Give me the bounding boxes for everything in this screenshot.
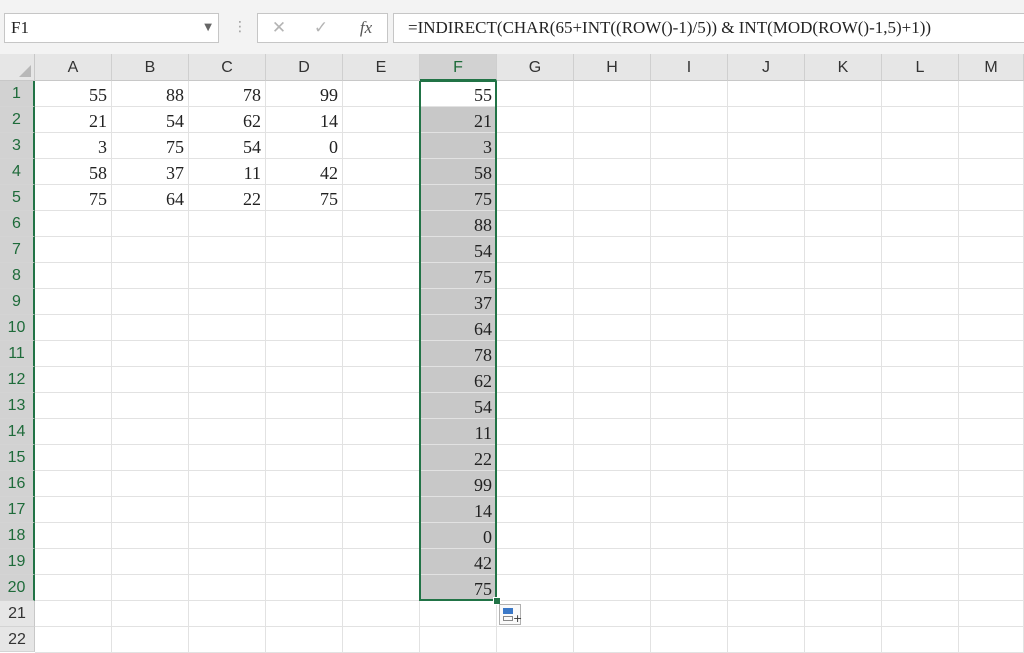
- row-header-18[interactable]: 18: [0, 523, 35, 549]
- gridline-horizontal: [35, 236, 1024, 237]
- gridline-horizontal: [35, 574, 1024, 575]
- cell-d3[interactable]: 0: [266, 133, 342, 159]
- formula-bar-area: F1 ▼ ⋮ ✕ ✓ fx =INDIRECT(CHAR(65+INT((ROW…: [0, 0, 1024, 54]
- column-header-f[interactable]: F: [420, 54, 497, 81]
- gridline-horizontal: [35, 366, 1024, 367]
- name-box-value: F1: [11, 18, 29, 37]
- column-header-j[interactable]: J: [728, 54, 805, 81]
- row-header-2[interactable]: 2: [0, 107, 35, 133]
- row-header-16[interactable]: 16: [0, 471, 35, 497]
- cell-a3[interactable]: 3: [35, 133, 111, 159]
- row-header-4[interactable]: 4: [0, 159, 35, 185]
- cell-b5[interactable]: 64: [112, 185, 188, 211]
- select-all-triangle-icon: [19, 65, 31, 77]
- row-header-12[interactable]: 12: [0, 367, 35, 393]
- cell-b2[interactable]: 54: [112, 107, 188, 133]
- cell-d2[interactable]: 14: [266, 107, 342, 133]
- row-header-10[interactable]: 10: [0, 315, 35, 341]
- column-header-h[interactable]: H: [574, 54, 651, 81]
- column-header-d[interactable]: D: [266, 54, 343, 81]
- row-header-17[interactable]: 17: [0, 497, 35, 523]
- gridline-horizontal: [35, 600, 1024, 601]
- gridline-horizontal: [35, 288, 1024, 289]
- gridline-horizontal: [35, 314, 1024, 315]
- row-header-21[interactable]: 21: [0, 601, 35, 627]
- quick-analysis-header-shape: [503, 608, 513, 614]
- gridline-horizontal: [35, 548, 1024, 549]
- cell-b3[interactable]: 75: [112, 133, 188, 159]
- gridline-horizontal: [35, 496, 1024, 497]
- cell-c1[interactable]: 78: [189, 81, 265, 107]
- column-header-b[interactable]: B: [112, 54, 189, 81]
- formula-buttons: ✕ ✓ fx: [257, 13, 388, 43]
- cell-a4[interactable]: 58: [35, 159, 111, 185]
- quick-analysis-body-shape: [503, 616, 513, 621]
- cancel-icon[interactable]: ✕: [264, 14, 294, 42]
- row-header-15[interactable]: 15: [0, 445, 35, 471]
- chevron-down-icon[interactable]: ▼: [204, 14, 212, 42]
- gridline-horizontal: [35, 522, 1024, 523]
- gridline-horizontal: [35, 470, 1024, 471]
- cell-c4[interactable]: 11: [189, 159, 265, 185]
- enter-icon[interactable]: ✓: [306, 14, 336, 42]
- row-header-7[interactable]: 7: [0, 237, 35, 263]
- cell-c3[interactable]: 54: [189, 133, 265, 159]
- column-header-c[interactable]: C: [189, 54, 266, 81]
- cell-d5[interactable]: 75: [266, 185, 342, 211]
- row-header-20[interactable]: 20: [0, 575, 35, 601]
- insert-function-button[interactable]: fx: [351, 14, 381, 42]
- row-header-14[interactable]: 14: [0, 419, 35, 445]
- column-header-l[interactable]: L: [882, 54, 959, 81]
- row-header-22[interactable]: 22: [0, 627, 35, 652]
- row-header-11[interactable]: 11: [0, 341, 35, 367]
- column-header-m[interactable]: M: [959, 54, 1024, 81]
- column-header-g[interactable]: G: [497, 54, 574, 81]
- row-header-8[interactable]: 8: [0, 263, 35, 289]
- cell-a5[interactable]: 75: [35, 185, 111, 211]
- drag-handle-icon[interactable]: ⋮: [233, 18, 247, 36]
- row-header-13[interactable]: 13: [0, 393, 35, 419]
- cell-a2[interactable]: 21: [35, 107, 111, 133]
- cell-b1[interactable]: 88: [112, 81, 188, 107]
- gridline-horizontal: [35, 626, 1024, 627]
- select-all-button[interactable]: [0, 54, 35, 81]
- formula-input[interactable]: =INDIRECT(CHAR(65+INT((ROW()-1)/5)) & IN…: [393, 13, 1024, 43]
- gridline-horizontal: [35, 262, 1024, 263]
- cell-c5[interactable]: 22: [189, 185, 265, 211]
- gridline-horizontal: [35, 418, 1024, 419]
- cell-c2[interactable]: 62: [189, 107, 265, 133]
- row-header-6[interactable]: 6: [0, 211, 35, 237]
- row-header-9[interactable]: 9: [0, 289, 35, 315]
- column-header-a[interactable]: A: [35, 54, 112, 81]
- column-header-e[interactable]: E: [343, 54, 420, 81]
- column-header-k[interactable]: K: [805, 54, 882, 81]
- quick-analysis-icon[interactable]: +: [499, 604, 523, 625]
- gridline-horizontal: [35, 444, 1024, 445]
- gridline-horizontal: [35, 392, 1024, 393]
- cell-b4[interactable]: 37: [112, 159, 188, 185]
- row-header-19[interactable]: 19: [0, 549, 35, 575]
- plus-icon: +: [513, 612, 523, 625]
- cell-d4[interactable]: 42: [266, 159, 342, 185]
- row-header-5[interactable]: 5: [0, 185, 35, 211]
- column-header-i[interactable]: I: [651, 54, 728, 81]
- selection-border: [419, 80, 497, 601]
- row-header-1[interactable]: 1: [0, 81, 35, 107]
- row-header-3[interactable]: 3: [0, 133, 35, 159]
- cell-a1[interactable]: 55: [35, 81, 111, 107]
- gridline-horizontal: [35, 340, 1024, 341]
- cell-d1[interactable]: 99: [266, 81, 342, 107]
- name-box[interactable]: F1 ▼: [4, 13, 219, 43]
